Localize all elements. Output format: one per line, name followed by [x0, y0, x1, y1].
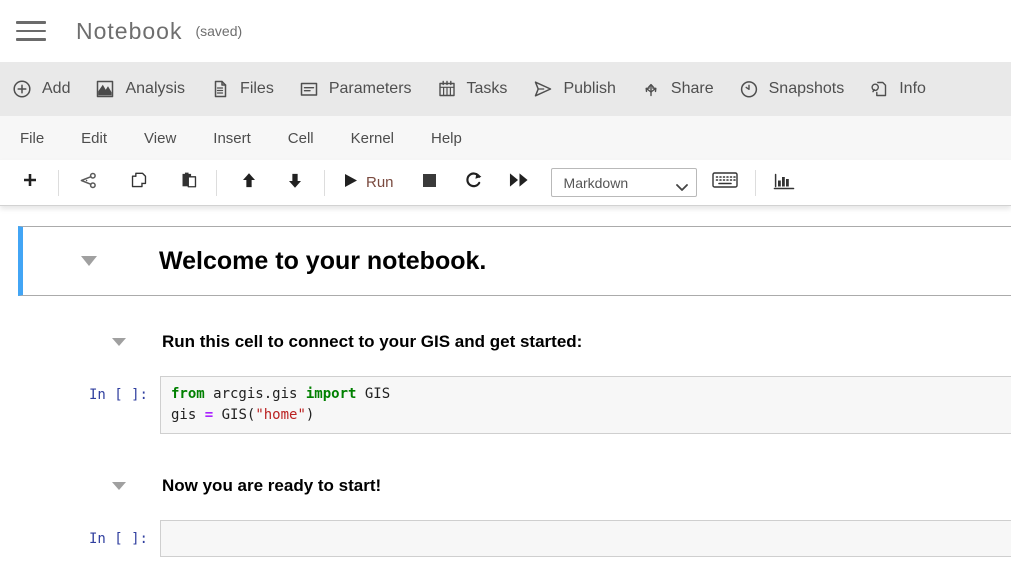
play-icon [344, 173, 358, 193]
move-cell-down-button[interactable] [287, 172, 303, 194]
add-cell-icon [22, 172, 38, 193]
snapshots-icon [739, 79, 759, 99]
snapshots-button[interactable]: Snapshots [739, 79, 845, 99]
page-title: Notebook [76, 18, 182, 45]
collapse-caret-icon[interactable] [81, 256, 97, 266]
toolbar-separator [58, 170, 59, 196]
cut-icon [79, 172, 98, 194]
menu-kernel[interactable]: Kernel [351, 130, 394, 147]
add-cell-button[interactable] [22, 172, 38, 193]
files-icon [210, 79, 230, 99]
notebook-menu-bar: File Edit View Insert Cell Kernel Help [0, 116, 1011, 160]
cell-type-select-wrap: Markdown [551, 168, 697, 197]
menu-file[interactable]: File [20, 130, 44, 147]
arcgis-toolbar: Add Analysis Files Parameters Tasks Publ… [0, 62, 1011, 116]
jupyter-toolbar: Run Markdown [0, 160, 1011, 206]
notebook-heading-connect: Run this cell to connect to your GIS and… [162, 332, 582, 352]
run-button[interactable]: Run [344, 173, 394, 193]
parameters-button[interactable]: Parameters [299, 79, 412, 99]
publish-button[interactable]: Publish [532, 79, 615, 99]
copy-icon [130, 171, 148, 194]
paste-cell-button[interactable] [180, 171, 198, 194]
bar-chart-icon [773, 171, 795, 195]
menu-help[interactable]: Help [431, 130, 462, 147]
markdown-cell-welcome[interactable]: Welcome to your notebook. [18, 226, 1011, 296]
add-button[interactable]: Add [12, 79, 70, 99]
restart-run-all-button[interactable] [509, 172, 529, 193]
share-icon [641, 79, 661, 99]
cut-cell-button[interactable] [79, 172, 98, 194]
notebook-heading-ready: Now you are ready to start! [162, 476, 381, 496]
input-prompt: In [ ]: [0, 376, 148, 406]
interrupt-kernel-button[interactable] [422, 173, 437, 193]
menu-cell[interactable]: Cell [288, 130, 314, 147]
notebook-area: Welcome to your notebook. Run this cell … [0, 206, 1011, 557]
parameters-icon [299, 79, 319, 99]
copy-cell-button[interactable] [130, 171, 148, 194]
paste-icon [180, 171, 198, 194]
files-button[interactable]: Files [210, 79, 274, 99]
collapse-caret-icon[interactable] [112, 338, 126, 346]
code-cell-empty[interactable]: In [ ]: [0, 520, 1011, 557]
toolbar-separator [324, 170, 325, 196]
collapse-caret-icon[interactable] [112, 482, 126, 490]
restart-kernel-icon [465, 171, 483, 194]
share-button[interactable]: Share [641, 79, 714, 99]
toolbar-separator [216, 170, 217, 196]
run-label: Run [366, 174, 394, 191]
chart-tools-button[interactable] [773, 171, 795, 195]
stop-icon [422, 173, 437, 193]
input-prompt: In [ ]: [0, 520, 148, 550]
save-status: (saved) [195, 23, 242, 39]
move-cell-up-button[interactable] [241, 172, 257, 194]
publish-icon [532, 79, 553, 99]
markdown-cell-ready[interactable]: Now you are ready to start! [0, 476, 1011, 496]
markdown-cell-connect[interactable]: Run this cell to connect to your GIS and… [0, 332, 1011, 352]
code-cell-gis[interactable]: In [ ]: from arcgis.gis import GISgis = … [0, 376, 1011, 434]
code-editor[interactable] [160, 520, 1011, 557]
toolbar-separator [755, 170, 756, 196]
hamburger-menu-icon[interactable] [16, 21, 46, 41]
menu-insert[interactable]: Insert [213, 130, 251, 147]
menu-view[interactable]: View [144, 130, 176, 147]
info-button[interactable]: Info [869, 79, 926, 99]
keyboard-icon [712, 171, 738, 194]
notebook-heading-1: Welcome to your notebook. [159, 247, 486, 276]
app-header: Notebook (saved) [0, 0, 1011, 62]
cell-type-select[interactable]: Markdown [551, 168, 697, 197]
move-up-icon [241, 172, 257, 194]
restart-kernel-button[interactable] [465, 171, 483, 194]
code-editor[interactable]: from arcgis.gis import GISgis = GIS("hom… [160, 376, 1011, 434]
restart-run-all-icon [509, 172, 529, 193]
command-palette-button[interactable] [712, 171, 738, 194]
tasks-button[interactable]: Tasks [437, 79, 508, 99]
tasks-icon [437, 79, 457, 99]
analysis-button[interactable]: Analysis [95, 79, 185, 99]
analysis-icon [95, 79, 115, 99]
add-circle-icon [12, 79, 32, 99]
move-down-icon [287, 172, 303, 194]
menu-edit[interactable]: Edit [81, 130, 107, 147]
info-icon [869, 79, 889, 99]
